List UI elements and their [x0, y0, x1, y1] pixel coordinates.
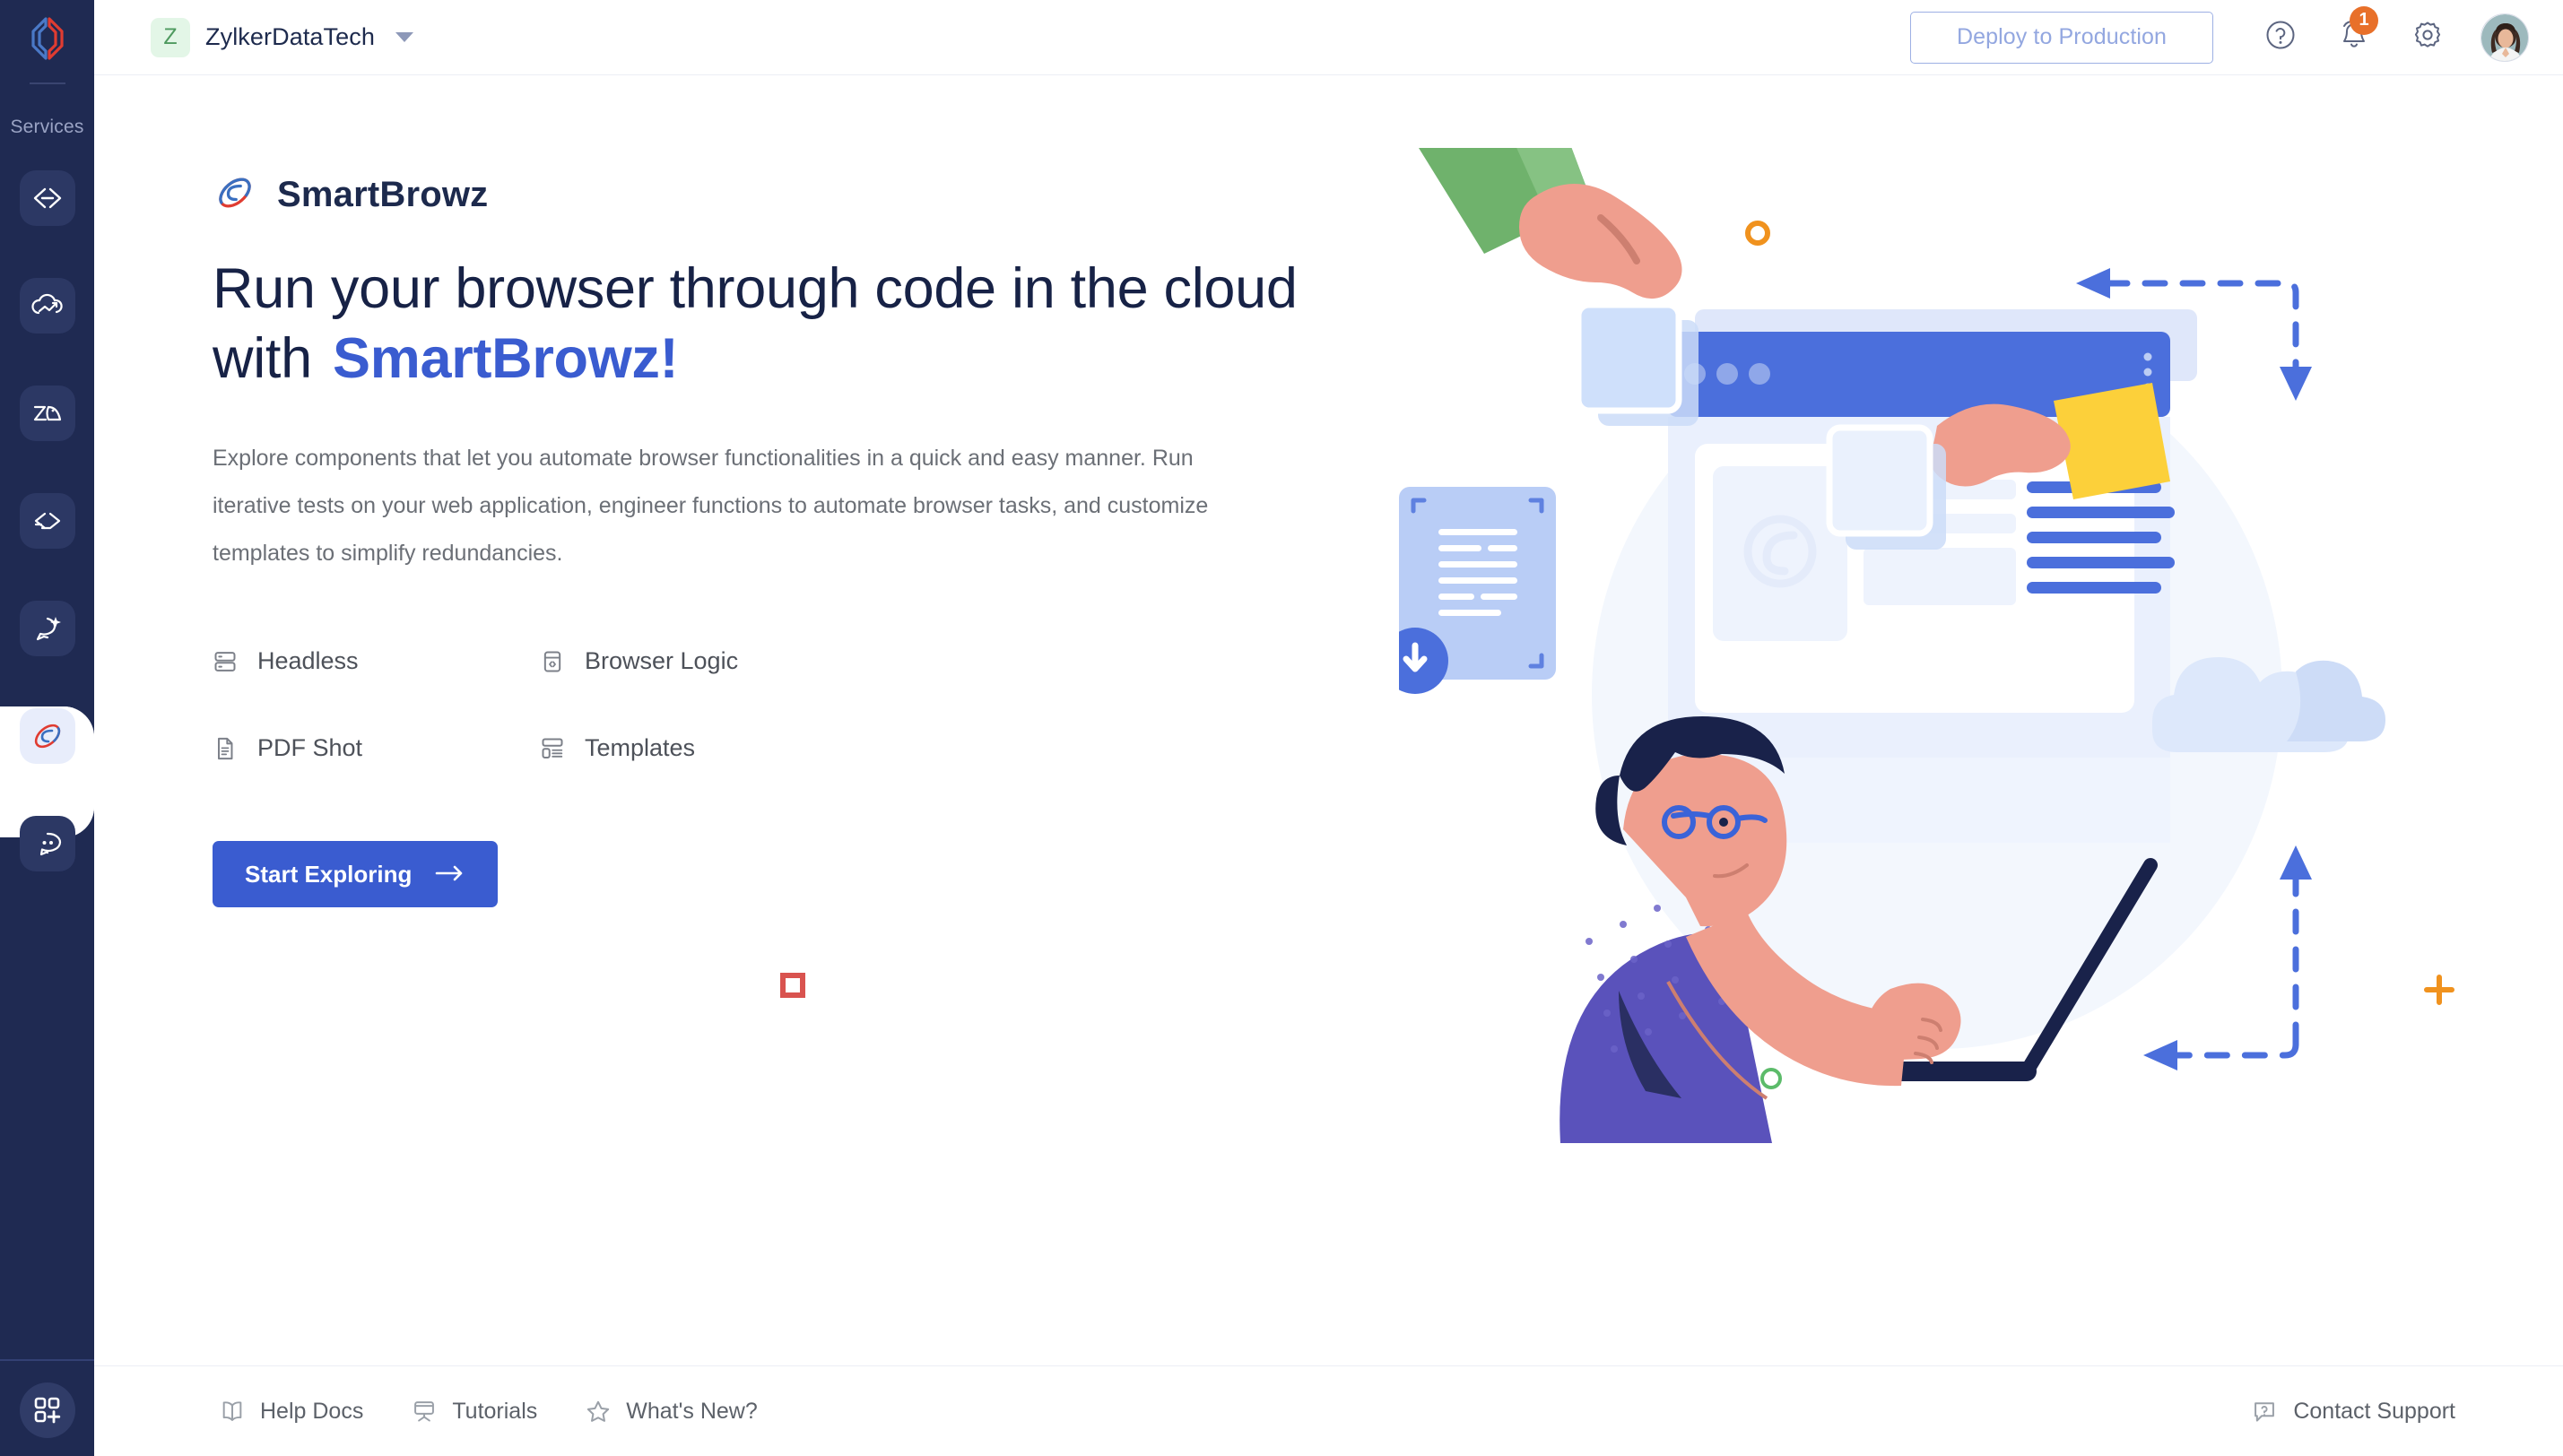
feature-label: Headless: [257, 647, 359, 675]
start-exploring-button[interactable]: Start Exploring: [213, 841, 499, 908]
hero-illustration: [1307, 94, 2502, 1143]
code-window-icon: [540, 649, 565, 674]
template-list-icon: [540, 736, 565, 761]
feature-label: PDF Shot: [257, 734, 363, 762]
contact-support-link[interactable]: Contact Support: [2252, 1399, 2455, 1425]
feature-headless[interactable]: Headless: [213, 647, 540, 675]
sidebar-item-cloud-scale[interactable]: [0, 276, 94, 335]
product-brand: SmartBrowz: [213, 170, 1334, 220]
rail-item-list: [0, 169, 94, 922]
star-icon: [586, 1399, 611, 1424]
product-name: SmartBrowz: [277, 175, 489, 214]
footer-links: Help Docs Tutorials What's New?: [220, 1399, 806, 1425]
avatar[interactable]: [2480, 13, 2529, 62]
sidebar-item-conversations[interactable]: [0, 814, 94, 873]
notification-count-badge: 1: [2350, 5, 2378, 35]
hero-description: Explore components that let you automate…: [213, 446, 1209, 567]
feature-label: Templates: [585, 734, 696, 762]
question-circle-icon: [2264, 19, 2297, 56]
hero-section: SmartBrowz Run your browser through code…: [213, 170, 1334, 908]
feature-templates[interactable]: Templates: [540, 734, 867, 762]
chevron-down-icon: [395, 32, 413, 42]
main-content: SmartBrowz Run your browser through code…: [94, 76, 2563, 1365]
book-icon: [220, 1399, 245, 1424]
server-stack-icon: [213, 649, 238, 674]
page-title: Run your browser through code in the clo…: [213, 254, 1334, 394]
smartbrowz-orbit-icon: [19, 708, 75, 764]
gear-icon: [2411, 19, 2444, 56]
feature-pdf-shot[interactable]: PDF Shot: [213, 734, 540, 762]
feature-list: Headless Browser Logic PDF Shot Template…: [213, 647, 1109, 821]
footer-bar: Help Docs Tutorials What's New? Contact …: [94, 1365, 2563, 1456]
add-app-button[interactable]: [0, 1365, 94, 1456]
footer-link-label: What's New?: [626, 1398, 758, 1424]
cloud-arrow-icon: [19, 278, 75, 334]
settings-button[interactable]: [2396, 6, 2459, 69]
feature-browser-logic[interactable]: Browser Logic: [540, 647, 867, 675]
feature-label: Browser Logic: [585, 647, 739, 675]
org-initial-badge: Z: [151, 17, 190, 57]
rail-section-label: Services: [10, 117, 84, 137]
headline-highlight-text: SmartBrowz!: [333, 327, 679, 391]
deploy-to-production-button[interactable]: Deploy to Production: [1910, 11, 2213, 64]
services-rail: Services: [0, 0, 94, 1456]
arrow-right-icon: [435, 861, 465, 888]
double-chevron-icon: [19, 493, 75, 549]
cta-label: Start Exploring: [245, 860, 413, 888]
footer-link-help-docs[interactable]: Help Docs: [220, 1399, 363, 1425]
document-lines-icon: [213, 736, 238, 761]
sidebar-item-ai-chat[interactable]: [0, 599, 94, 658]
presentation-icon: [412, 1399, 437, 1424]
notifications-button[interactable]: 1: [2323, 5, 2385, 69]
rail-bottom-divider: [0, 1359, 94, 1361]
help-button[interactable]: [2249, 6, 2312, 69]
grid-plus-icon: [19, 1382, 75, 1438]
sidebar-item-zia[interactable]: [0, 384, 94, 443]
zia-icon: [19, 386, 75, 441]
footer-link-label: Tutorials: [452, 1398, 538, 1424]
code-brackets-icon: [19, 170, 75, 226]
footer-link-label: Help Docs: [260, 1398, 364, 1424]
sidebar-item-smartbrowz[interactable]: [0, 676, 94, 868]
app-root: Services Z ZylkerDataTech Deploy to Prod…: [0, 0, 2563, 1456]
sidebar-item-catalyst-code[interactable]: [0, 169, 94, 228]
org-switcher[interactable]: Z ZylkerDataTech: [151, 17, 413, 57]
top-header: Z ZylkerDataTech Deploy to Production 1: [94, 0, 2563, 75]
chat-bubble-eyes-icon: [19, 816, 75, 871]
chat-question-icon: [2252, 1399, 2277, 1424]
smartbrowz-orbit-icon: [213, 170, 257, 220]
contact-support-label: Contact Support: [2293, 1398, 2455, 1424]
header-actions: Deploy to Production 1: [1910, 5, 2563, 69]
chat-sparkle-icon: [19, 601, 75, 656]
red-square-decoration: [780, 973, 805, 998]
footer-link-tutorials[interactable]: Tutorials: [412, 1399, 537, 1425]
footer-link-whats-new[interactable]: What's New?: [586, 1398, 758, 1425]
org-name: ZylkerDataTech: [205, 23, 375, 50]
rail-divider: [30, 82, 65, 84]
headline-highlight: SmartBrowz!: [324, 324, 690, 394]
sidebar-item-quickml[interactable]: [0, 491, 94, 550]
zoho-logo-icon[interactable]: [0, 0, 94, 77]
